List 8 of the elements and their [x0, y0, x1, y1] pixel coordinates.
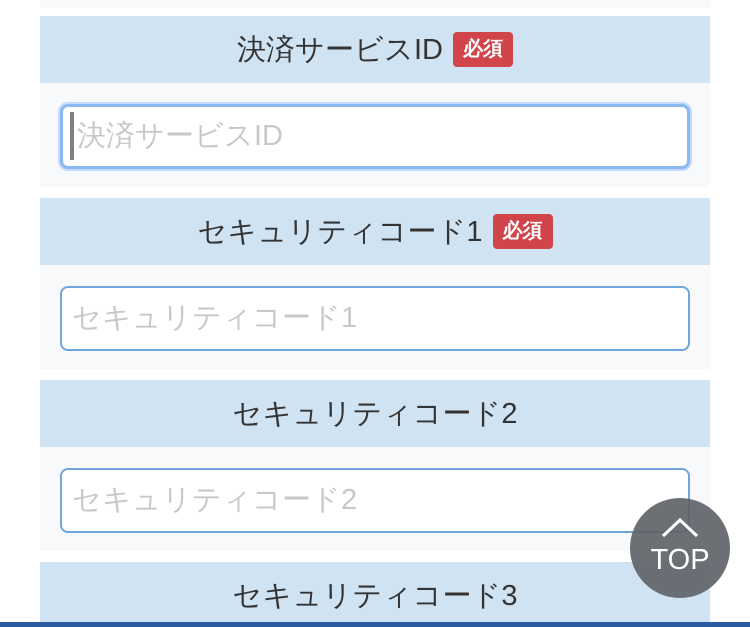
required-badge: 必須 — [492, 214, 553, 249]
text-cursor-icon — [70, 112, 74, 160]
field-label: セキュリティコード3 — [232, 579, 518, 614]
field-label: セキュリティコード1 — [197, 214, 483, 250]
required-badge: 必須 — [453, 32, 513, 67]
chevron-up-icon — [661, 518, 699, 538]
field-label: セキュリティコード2 — [232, 396, 518, 432]
field-label: 決済サービスID — [237, 32, 443, 68]
